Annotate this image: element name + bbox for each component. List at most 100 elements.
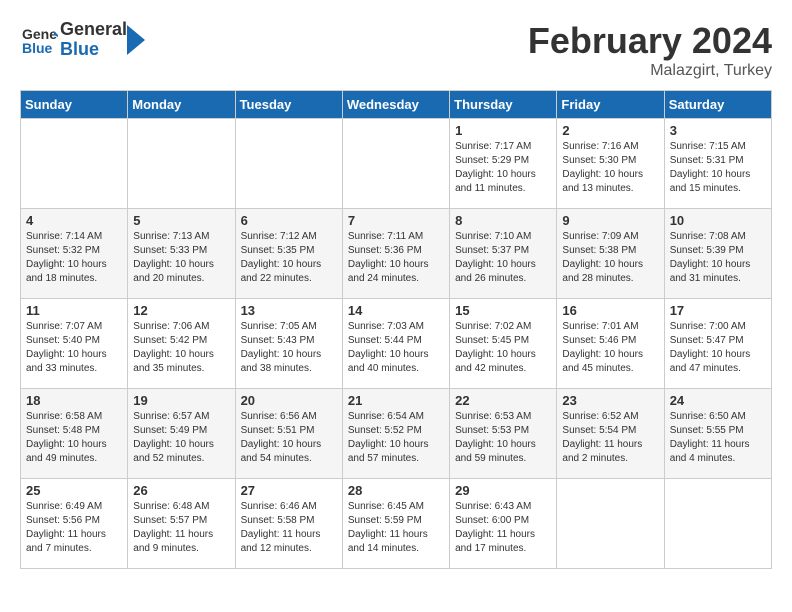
day-number: 19 — [133, 393, 229, 408]
day-number: 13 — [241, 303, 337, 318]
day-info: Sunrise: 7:16 AM Sunset: 5:30 PM Dayligh… — [562, 140, 658, 196]
day-cell: 3 Sunrise: 7:15 AM Sunset: 5:31 PM Daylig… — [664, 119, 771, 209]
day-number: 18 — [26, 393, 122, 408]
day-number: 7 — [348, 213, 444, 228]
day-number: 8 — [455, 213, 551, 228]
day-info: Sunrise: 6:46 AM Sunset: 5:58 PM Dayligh… — [241, 500, 337, 556]
day-info: Sunrise: 7:00 AM Sunset: 5:47 PM Dayligh… — [670, 320, 766, 376]
day-number: 16 — [562, 303, 658, 318]
day-cell: 11 Sunrise: 7:07 AM Sunset: 5:40 PM Dayli… — [21, 299, 128, 389]
day-cell — [342, 119, 449, 209]
day-number: 21 — [348, 393, 444, 408]
day-number: 26 — [133, 483, 229, 498]
day-number: 29 — [455, 483, 551, 498]
week-row-1: 1Sunrise: 7:17 AM Sunset: 5:29 PM Daylig… — [21, 119, 772, 209]
day-number: 11 — [26, 303, 122, 318]
header-cell-sunday: Sunday — [21, 91, 128, 119]
day-number: 27 — [241, 483, 337, 498]
day-cell: 13 Sunrise: 7:05 AM Sunset: 5:43 PM Dayli… — [235, 299, 342, 389]
day-info: Sunrise: 7:11 AM Sunset: 5:36 PM Dayligh… — [348, 230, 444, 286]
logo-blue: Blue — [60, 40, 127, 60]
day-info: Sunrise: 6:43 AM Sunset: 6:00 PM Dayligh… — [455, 500, 551, 556]
day-cell: 18 Sunrise: 6:58 AM Sunset: 5:48 PM Dayli… — [21, 389, 128, 479]
subtitle: Malazgirt, Turkey — [528, 62, 772, 80]
day-info: Sunrise: 6:45 AM Sunset: 5:59 PM Dayligh… — [348, 500, 444, 556]
day-cell: 21 Sunrise: 6:54 AM Sunset: 5:52 PM Dayli… — [342, 389, 449, 479]
day-number: 5 — [133, 213, 229, 228]
day-cell: 22 Sunrise: 6:53 AM Sunset: 5:53 PM Dayli… — [450, 389, 557, 479]
day-info: Sunrise: 6:53 AM Sunset: 5:53 PM Dayligh… — [455, 410, 551, 466]
day-cell: 12 Sunrise: 7:06 AM Sunset: 5:42 PM Dayli… — [128, 299, 235, 389]
day-info: Sunrise: 7:15 AM Sunset: 5:31 PM Dayligh… — [670, 140, 766, 196]
day-cell: 14Sunrise: 7:03 AM Sunset: 5:44 PM Dayli… — [342, 299, 449, 389]
day-cell: 19 Sunrise: 6:57 AM Sunset: 5:49 PM Dayli… — [128, 389, 235, 479]
week-row-4: 18 Sunrise: 6:58 AM Sunset: 5:48 PM Dayli… — [21, 389, 772, 479]
day-cell: 20 Sunrise: 6:56 AM Sunset: 5:51 PM Dayli… — [235, 389, 342, 479]
main-title: February 2024 — [528, 20, 772, 62]
day-number: 1 — [455, 123, 551, 138]
day-cell — [128, 119, 235, 209]
day-number: 17 — [670, 303, 766, 318]
day-cell: 16 Sunrise: 7:01 AM Sunset: 5:46 PM Dayli… — [557, 299, 664, 389]
logo-arrow-icon — [127, 25, 145, 55]
day-number: 14 — [348, 303, 444, 318]
day-info: Sunrise: 6:49 AM Sunset: 5:56 PM Dayligh… — [26, 500, 122, 556]
day-cell: 10 Sunrise: 7:08 AM Sunset: 5:39 PM Dayli… — [664, 209, 771, 299]
day-number: 28 — [348, 483, 444, 498]
logo-general: General — [60, 20, 127, 40]
week-row-3: 11 Sunrise: 7:07 AM Sunset: 5:40 PM Dayli… — [21, 299, 772, 389]
day-cell — [557, 479, 664, 569]
logo: General Blue General Blue — [20, 20, 145, 60]
day-cell — [664, 479, 771, 569]
day-cell: 24 Sunrise: 6:50 AM Sunset: 5:55 PM Dayli… — [664, 389, 771, 479]
day-cell: 5 Sunrise: 7:13 AM Sunset: 5:33 PM Daylig… — [128, 209, 235, 299]
day-cell: 9 Sunrise: 7:09 AM Sunset: 5:38 PM Daylig… — [557, 209, 664, 299]
day-info: Sunrise: 6:57 AM Sunset: 5:49 PM Dayligh… — [133, 410, 229, 466]
title-block: February 2024 Malazgirt, Turkey — [528, 20, 772, 80]
day-cell: 27 Sunrise: 6:46 AM Sunset: 5:58 PM Dayli… — [235, 479, 342, 569]
page-header: General Blue General Blue February 2024 … — [20, 20, 772, 80]
day-number: 10 — [670, 213, 766, 228]
day-info: Sunrise: 7:13 AM Sunset: 5:33 PM Dayligh… — [133, 230, 229, 286]
day-info: Sunrise: 6:58 AM Sunset: 5:48 PM Dayligh… — [26, 410, 122, 466]
week-row-2: 4 Sunrise: 7:14 AM Sunset: 5:32 PM Daylig… — [21, 209, 772, 299]
day-number: 4 — [26, 213, 122, 228]
day-number: 22 — [455, 393, 551, 408]
day-info: Sunrise: 7:07 AM Sunset: 5:40 PM Dayligh… — [26, 320, 122, 376]
day-info: Sunrise: 6:56 AM Sunset: 5:51 PM Dayligh… — [241, 410, 337, 466]
calendar-table: SundayMondayTuesdayWednesdayThursdayFrid… — [20, 90, 772, 569]
day-cell: 7 Sunrise: 7:11 AM Sunset: 5:36 PM Daylig… — [342, 209, 449, 299]
day-info: Sunrise: 7:02 AM Sunset: 5:45 PM Dayligh… — [455, 320, 551, 376]
day-number: 2 — [562, 123, 658, 138]
day-info: Sunrise: 6:54 AM Sunset: 5:52 PM Dayligh… — [348, 410, 444, 466]
day-cell: 25Sunrise: 6:49 AM Sunset: 5:56 PM Dayli… — [21, 479, 128, 569]
day-cell: 15Sunrise: 7:02 AM Sunset: 5:45 PM Dayli… — [450, 299, 557, 389]
day-info: Sunrise: 6:48 AM Sunset: 5:57 PM Dayligh… — [133, 500, 229, 556]
day-cell: 2 Sunrise: 7:16 AM Sunset: 5:30 PM Daylig… — [557, 119, 664, 209]
day-number: 12 — [133, 303, 229, 318]
calendar-header: SundayMondayTuesdayWednesdayThursdayFrid… — [21, 91, 772, 119]
day-cell: 1Sunrise: 7:17 AM Sunset: 5:29 PM Daylig… — [450, 119, 557, 209]
day-info: Sunrise: 7:14 AM Sunset: 5:32 PM Dayligh… — [26, 230, 122, 286]
day-cell: 28 Sunrise: 6:45 AM Sunset: 5:59 PM Dayli… — [342, 479, 449, 569]
header-cell-tuesday: Tuesday — [235, 91, 342, 119]
day-info: Sunrise: 7:06 AM Sunset: 5:42 PM Dayligh… — [133, 320, 229, 376]
day-info: Sunrise: 7:09 AM Sunset: 5:38 PM Dayligh… — [562, 230, 658, 286]
day-number: 20 — [241, 393, 337, 408]
day-cell: 4 Sunrise: 7:14 AM Sunset: 5:32 PM Daylig… — [21, 209, 128, 299]
day-info: Sunrise: 6:50 AM Sunset: 5:55 PM Dayligh… — [670, 410, 766, 466]
day-info: Sunrise: 7:10 AM Sunset: 5:37 PM Dayligh… — [455, 230, 551, 286]
header-cell-friday: Friday — [557, 91, 664, 119]
day-info: Sunrise: 7:01 AM Sunset: 5:46 PM Dayligh… — [562, 320, 658, 376]
day-info: Sunrise: 7:08 AM Sunset: 5:39 PM Dayligh… — [670, 230, 766, 286]
day-number: 9 — [562, 213, 658, 228]
day-number: 3 — [670, 123, 766, 138]
week-row-5: 25Sunrise: 6:49 AM Sunset: 5:56 PM Dayli… — [21, 479, 772, 569]
day-number: 24 — [670, 393, 766, 408]
day-number: 6 — [241, 213, 337, 228]
day-cell: 23Sunrise: 6:52 AM Sunset: 5:54 PM Dayli… — [557, 389, 664, 479]
day-cell: 17 Sunrise: 7:00 AM Sunset: 5:47 PM Dayli… — [664, 299, 771, 389]
day-info: Sunrise: 7:05 AM Sunset: 5:43 PM Dayligh… — [241, 320, 337, 376]
svg-text:Blue: Blue — [22, 40, 53, 56]
day-cell: 8 Sunrise: 7:10 AM Sunset: 5:37 PM Daylig… — [450, 209, 557, 299]
